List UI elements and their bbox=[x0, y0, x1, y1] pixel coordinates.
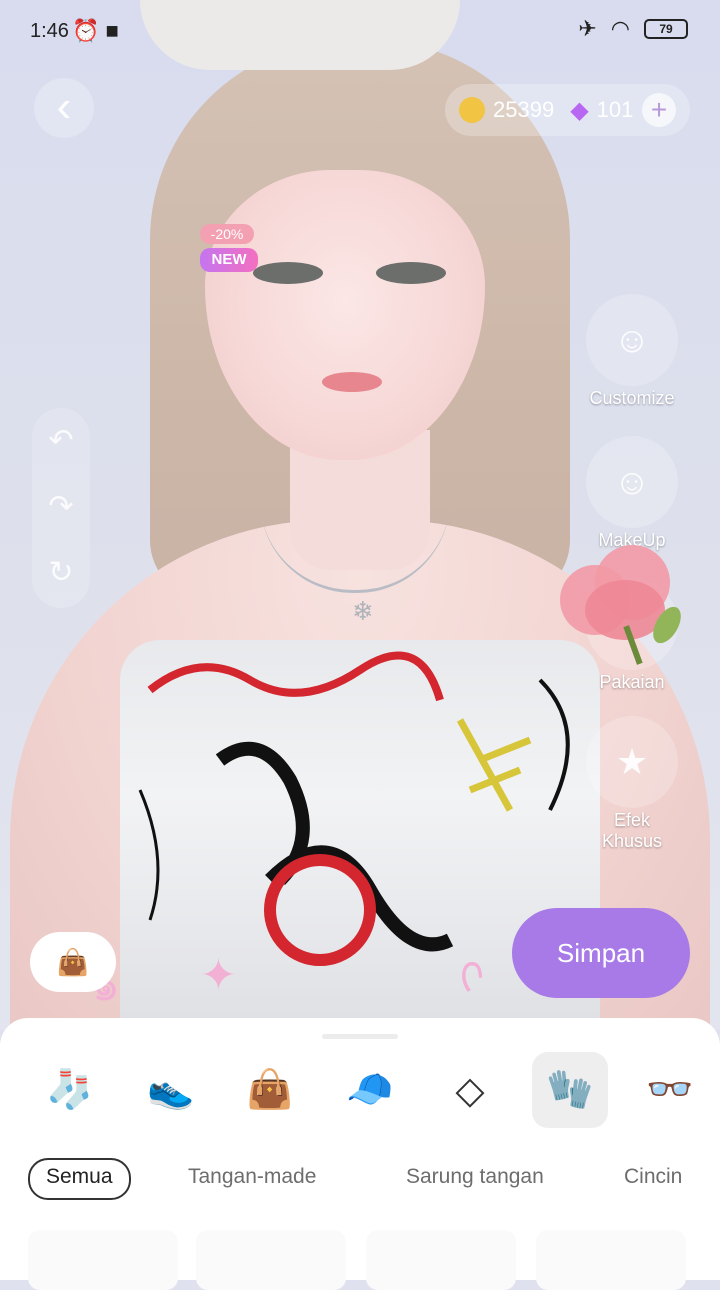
side-effects[interactable]: ★ Efek Khusus bbox=[584, 716, 680, 852]
undo-icon[interactable]: ↶ bbox=[32, 408, 90, 474]
tab-all[interactable]: Semua bbox=[28, 1158, 131, 1200]
rose-sticker bbox=[560, 545, 687, 665]
subcategory-tabs: Semua Tangan-made Sarung tangan Cincin bbox=[28, 1158, 720, 1200]
chevron-left-icon: ‹ bbox=[56, 82, 72, 131]
item-card[interactable] bbox=[196, 1230, 346, 1290]
reset-icon[interactable]: ↻ bbox=[32, 540, 90, 606]
currency-bar: 25399 ◆ 101 + bbox=[445, 84, 690, 136]
tab-gloves[interactable]: Sarung tangan bbox=[390, 1158, 560, 1196]
airplane-icon: ✈ bbox=[578, 16, 597, 41]
side-effects-label: Efek Khusus bbox=[601, 810, 663, 851]
coin-icon bbox=[459, 97, 485, 123]
history-panel: ↶ ↷ ↻ bbox=[32, 408, 90, 608]
redo-icon[interactable]: ↷ bbox=[32, 474, 90, 540]
cap-icon[interactable]: 🧢 bbox=[332, 1052, 408, 1128]
gem-balance: 101 bbox=[596, 97, 634, 122]
wardrobe-sheet: 🧦 👟 👜 🧢 ◇ 🧤 👓 Semua Tangan-made Sarung t… bbox=[0, 1018, 720, 1290]
alarm-icon: ⏰ ■ bbox=[72, 18, 119, 43]
item-card[interactable] bbox=[536, 1230, 686, 1290]
shopping-bag-icon: 👜 bbox=[56, 946, 90, 977]
item-grid bbox=[0, 1230, 720, 1290]
star-icon: ★ bbox=[586, 716, 678, 808]
ribbon-sticker: ᢉ bbox=[458, 955, 483, 1004]
status-time: 1:46 bbox=[30, 20, 69, 42]
save-button[interactable]: Simpan bbox=[512, 908, 690, 998]
tab-rings[interactable]: Cincin bbox=[608, 1158, 698, 1196]
side-outfit-label: Pakaian bbox=[599, 672, 665, 692]
item-card[interactable] bbox=[28, 1230, 178, 1290]
snowflake-pendant-icon: ❄ bbox=[352, 596, 374, 626]
side-makeup[interactable]: ☺ MakeUp bbox=[584, 436, 680, 551]
necklace-icon[interactable]: ◇ bbox=[432, 1052, 508, 1128]
avatar-mouth bbox=[322, 372, 382, 392]
battery-indicator: 79 bbox=[644, 19, 688, 39]
avatar-eye-right bbox=[376, 262, 446, 284]
sparkle-sticker: ✦ bbox=[200, 951, 237, 1000]
new-badge: NEW bbox=[200, 248, 258, 272]
wifi-icon: ◠ bbox=[610, 16, 630, 41]
coin-balance: 25399 bbox=[493, 97, 555, 122]
sheet-handle[interactable] bbox=[322, 1034, 398, 1039]
face-icon: ☺ bbox=[586, 294, 678, 386]
sneaker-icon[interactable]: 👟 bbox=[133, 1052, 209, 1128]
makeup-face-icon: ☺ bbox=[586, 436, 678, 528]
status-bar: 1:46 ⏰ ■ ✈ ◠ 79 bbox=[0, 0, 720, 64]
back-button[interactable]: ‹ bbox=[34, 78, 94, 138]
glasses-icon[interactable]: 👓 bbox=[632, 1052, 708, 1128]
add-currency-button[interactable]: + bbox=[642, 93, 676, 127]
glove-icon[interactable]: 🧤 bbox=[532, 1052, 608, 1128]
sock-icon[interactable]: 🧦 bbox=[32, 1052, 108, 1128]
avatar-eye-left bbox=[253, 262, 323, 284]
handbag-icon[interactable]: 👜 bbox=[232, 1052, 308, 1128]
category-row: 🧦 👟 👜 🧢 ◇ 🧤 👓 bbox=[0, 1052, 720, 1132]
shopping-bag-button[interactable]: 👜 bbox=[30, 932, 116, 992]
sale-badge: -20% bbox=[200, 224, 254, 244]
item-card[interactable] bbox=[366, 1230, 516, 1290]
side-customize[interactable]: ☺ Customize bbox=[584, 294, 680, 409]
side-customize-label: Customize bbox=[589, 388, 675, 408]
diamond-icon: ◆ bbox=[570, 96, 589, 124]
tab-handmade[interactable]: Tangan-made bbox=[172, 1158, 332, 1196]
